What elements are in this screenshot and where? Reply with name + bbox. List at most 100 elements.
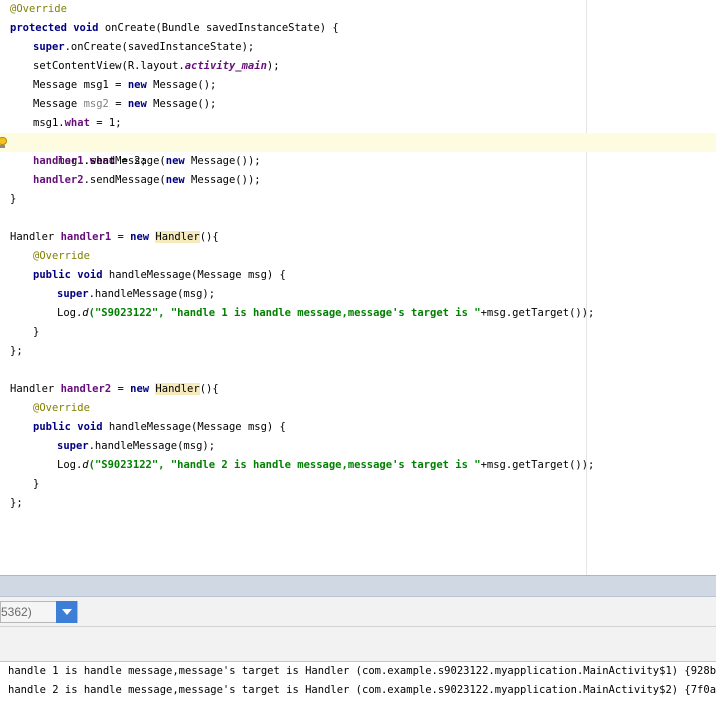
code-line: }; xyxy=(0,342,716,361)
code-text: Message xyxy=(33,98,84,110)
code-line: }; xyxy=(0,494,716,513)
keyword: new xyxy=(130,383,150,395)
code-text: ); xyxy=(266,60,280,72)
panel-header-bar xyxy=(0,575,716,597)
string-literal: ("S9023122", xyxy=(88,459,171,471)
code-text: }; xyxy=(10,345,23,357)
field: handler1 xyxy=(33,155,84,167)
field: handler2 xyxy=(33,174,84,186)
code-line: @Override xyxy=(0,0,716,19)
layout-field: activity_main xyxy=(184,60,267,72)
code-text: Message msg1 = xyxy=(33,79,128,91)
code-text: } xyxy=(33,326,40,338)
keyword: new xyxy=(165,155,185,167)
code-text: } xyxy=(10,193,17,205)
code-line: Log.d("S9023122", "handle 2 is handle me… xyxy=(0,456,716,475)
string-literal: "handle 1 is handle message,message's ta… xyxy=(170,307,481,319)
field: handler2 xyxy=(60,383,112,395)
code-line: public void handleMessage(Message msg) { xyxy=(0,266,716,285)
string-literal: ("S9023122", xyxy=(88,307,171,319)
logcat-output[interactable]: handle 1 is handle message,message's tar… xyxy=(0,662,716,712)
code-line: handler1.sendMessage(new Message()); xyxy=(0,152,716,171)
lightbulb-icon[interactable] xyxy=(0,137,7,148)
current-code-line: msg1.what = 2; xyxy=(0,133,716,167)
keyword: new xyxy=(127,79,147,91)
process-select-value: 5362) xyxy=(1,605,32,619)
code-text: } xyxy=(33,478,40,490)
code-line: super.handleMessage(msg); xyxy=(0,285,716,304)
code-text: .handleMessage(msg); xyxy=(88,288,216,300)
code-text: Message()); xyxy=(184,174,261,186)
code-line: super.onCreate(savedInstanceState); xyxy=(0,38,716,57)
code-line: } xyxy=(0,323,716,342)
code-text: setContentView(R.layout. xyxy=(33,60,185,72)
field: what xyxy=(64,117,90,129)
annotation: @Override xyxy=(10,3,67,15)
dropdown-button[interactable] xyxy=(56,601,77,623)
code-text: .handleMessage(msg); xyxy=(88,440,216,452)
code-text: = 1; xyxy=(89,117,122,129)
highlighted-class: Handler xyxy=(155,383,200,395)
code-line: @Override xyxy=(0,399,716,418)
code-line: } xyxy=(0,190,716,209)
method-signature: handleMessage(Message msg) { xyxy=(102,269,286,281)
code-text: .sendMessage( xyxy=(83,155,166,167)
code-text: (){ xyxy=(199,231,219,243)
code-text: +msg.getTarget()); xyxy=(480,459,595,471)
annotation: @Override xyxy=(33,402,90,414)
keyword: new xyxy=(130,231,150,243)
code-line: Handler handler2 = new Handler(){ xyxy=(0,380,716,399)
method-signature: handleMessage(Message msg) { xyxy=(102,421,286,433)
keyword: super xyxy=(57,288,89,300)
keyword: protected void xyxy=(10,22,99,34)
process-select[interactable]: 5362) xyxy=(0,601,78,623)
code-line: Message msg1 = new Message(); xyxy=(0,76,716,95)
log-line: handle 2 is handle message,message's tar… xyxy=(8,684,716,696)
logcat-toolbar: 5362) xyxy=(0,597,716,627)
string-literal: "handle 2 is handle message,message's ta… xyxy=(170,459,481,471)
code-text: Message()); xyxy=(184,155,261,167)
field: handler1 xyxy=(60,231,112,243)
keyword: public void xyxy=(33,269,103,281)
keyword: super xyxy=(57,440,89,452)
code-line: protected void onCreate(Bundle savedInst… xyxy=(0,19,716,38)
code-text: .onCreate(savedInstanceState); xyxy=(64,41,255,53)
code-text: Log. xyxy=(57,459,83,471)
code-line: setContentView(R.layout.activity_main); xyxy=(0,57,716,76)
code-text: Handler xyxy=(10,231,61,243)
code-text: Message(); xyxy=(146,98,217,110)
keyword: super xyxy=(33,41,65,53)
keyword: public void xyxy=(33,421,103,433)
code-text: (){ xyxy=(199,383,219,395)
code-text: = xyxy=(111,383,131,395)
code-line: Handler handler1 = new Handler(){ xyxy=(0,228,716,247)
chevron-down-icon xyxy=(62,609,72,615)
code-line: Message msg2 = new Message(); xyxy=(0,95,716,114)
code-text: .sendMessage( xyxy=(83,174,166,186)
keyword: new xyxy=(127,98,147,110)
code-text: = xyxy=(108,98,128,110)
logcat-panel: 5362) handle 1 is handle message,message… xyxy=(0,575,716,712)
code-line: handler2.sendMessage(new Message()); xyxy=(0,171,716,190)
code-text: }; xyxy=(10,497,23,509)
code-line: Log.d("S9023122", "handle 1 is handle me… xyxy=(0,304,716,323)
code-text: Log. xyxy=(57,307,83,319)
highlighted-class: Handler xyxy=(155,231,200,243)
unused-variable: msg2 xyxy=(83,98,109,110)
code-editor[interactable]: @Override protected void onCreate(Bundle… xyxy=(0,0,716,575)
log-line: handle 1 is handle message,message's tar… xyxy=(8,665,716,677)
code-line: super.handleMessage(msg); xyxy=(0,437,716,456)
annotation: @Override xyxy=(33,250,90,262)
code-text: Handler xyxy=(10,383,61,395)
keyword: new xyxy=(165,174,185,186)
code-line: @Override xyxy=(0,247,716,266)
code-text: msg1. xyxy=(33,117,65,129)
code-text: = xyxy=(111,231,131,243)
code-line: public void handleMessage(Message msg) { xyxy=(0,418,716,437)
logcat-filter-bar xyxy=(0,627,716,662)
code-line: msg1.what = 1; xyxy=(0,114,716,133)
code-text: Message(); xyxy=(146,79,217,91)
code-text: +msg.getTarget()); xyxy=(480,307,595,319)
method-signature: onCreate(Bundle savedInstanceState) { xyxy=(98,22,339,34)
code-line: } xyxy=(0,475,716,494)
